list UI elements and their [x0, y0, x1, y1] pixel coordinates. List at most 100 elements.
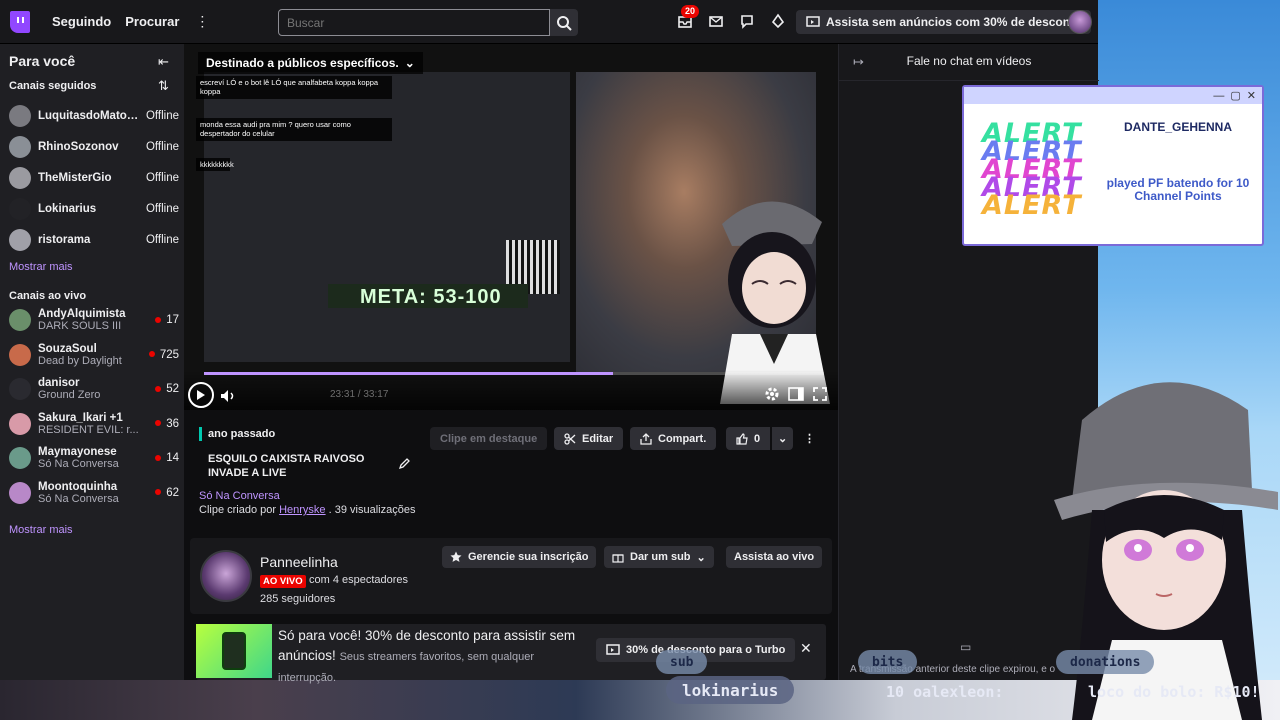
live-channel-item[interactable]: danisor Ground Zero 52 — [9, 375, 179, 403]
close-icon[interactable]: ✕ — [1247, 89, 1256, 102]
chat-bubble-icon — [741, 15, 753, 29]
edit-clip-button[interactable]: Editar — [554, 427, 624, 450]
viewer-count: 14 — [166, 452, 179, 464]
search-button[interactable] — [550, 9, 578, 36]
sort-icon[interactable]: ⇅ — [158, 78, 169, 94]
like-button[interactable]: 0 — [726, 427, 771, 450]
live-channel-item[interactable]: AndyAlquimista DARK SOULS III 17 — [9, 306, 179, 334]
settings-button[interactable] — [762, 384, 782, 404]
channel-status: Offline — [145, 110, 179, 122]
channel-avatar — [9, 229, 31, 251]
play-button[interactable] — [188, 382, 214, 408]
whispers-button[interactable] — [707, 12, 725, 30]
pencil-icon — [398, 458, 410, 470]
video-progress-bar[interactable] — [204, 372, 824, 375]
followed-channel-item[interactable]: Lokinarius Offline — [9, 195, 179, 223]
alert-message: played PF batendo for 10 Channel Points — [1106, 176, 1250, 203]
edit-title-button[interactable] — [398, 458, 410, 473]
ad-free-promo-button[interactable]: Assista sem anúncios com 30% de desconto — [796, 10, 1092, 34]
channel-name: LuquitasdoMatoY... — [38, 110, 142, 122]
followed-channel-item[interactable]: RhinoSozonov Offline — [9, 133, 179, 161]
like-dropdown-button[interactable]: ⌄ — [772, 427, 794, 450]
chevron-down-icon: ⌄ — [404, 56, 415, 70]
channel-avatar[interactable] — [200, 550, 252, 602]
followed-channel-item[interactable]: ristorama Offline — [9, 226, 179, 254]
viewer-count: 52 — [166, 383, 179, 395]
fullscreen-button[interactable] — [810, 384, 830, 404]
chat-overlay-line: escreví LÓ e o bot lê LÓ que analfabeta … — [196, 76, 392, 99]
maximize-icon[interactable]: ▢ — [1230, 89, 1240, 102]
featured-clip-label: Clipe em destaque — [440, 432, 538, 445]
minimize-icon[interactable]: — — [1213, 90, 1224, 102]
volume-button[interactable] — [218, 386, 238, 406]
channel-meta: ristorama — [38, 234, 142, 246]
channel-name: Sakura_Ikari +1 — [38, 411, 123, 424]
search-input[interactable] — [278, 9, 550, 36]
channel-name[interactable]: Panneelinha — [260, 554, 338, 570]
diamond-icon — [771, 13, 785, 29]
clip-views: . 39 visualizações — [325, 504, 416, 516]
theatre-mode-button[interactable] — [786, 384, 806, 404]
followed-channel-item[interactable]: LuquitasdoMatoY... Offline — [9, 102, 179, 130]
show-more-live[interactable]: Mostrar mais — [9, 524, 73, 536]
clip-creator-link[interactable]: Henryske — [279, 504, 325, 516]
nav-browse[interactable]: Procurar — [125, 14, 179, 29]
channel-status: Offline — [145, 141, 179, 153]
viewer-count: 36 — [166, 417, 179, 430]
channel-meta: RhinoSozonov — [38, 141, 142, 153]
live-indicator-icon — [155, 420, 162, 427]
share-button[interactable]: Compart. — [630, 427, 717, 450]
left-sidebar: Para você ⇤ Canais seguidos ⇅ Luquitasdo… — [0, 44, 184, 680]
live-channel-item[interactable]: SouzaSoul Dead by Daylight 725 — [9, 341, 179, 369]
nav-following[interactable]: Seguindo — [52, 14, 111, 29]
battery-icon — [222, 632, 246, 670]
channel-game: Ground Zero — [38, 389, 101, 401]
live-channel-item[interactable]: Maymayonese Só Na Conversa 14 — [9, 444, 179, 472]
share-icon — [640, 432, 652, 445]
chevron-down-icon: ⌄ — [696, 551, 706, 564]
turbo-discount-label: 30% de desconto para o Turbo — [626, 644, 786, 656]
notifications-button[interactable]: 20 — [676, 5, 700, 30]
video-player[interactable]: META: 53-100 Destinado a públicos especí… — [184, 44, 838, 410]
clip-category-link[interactable]: Só Na Conversa — [199, 490, 280, 502]
more-clip-options-button[interactable]: ⋮ — [800, 427, 819, 450]
viewer-count: 725 — [159, 348, 179, 361]
audience-restriction-banner[interactable]: Destinado a públicos específicos. ⌄ — [198, 52, 423, 74]
channel-name: AndyAlquimista — [38, 308, 126, 320]
channel-avatar — [9, 447, 31, 469]
user-avatar[interactable] — [1068, 10, 1092, 34]
video-meta-text: META: 53-100 — [360, 286, 502, 308]
close-icon[interactable]: ✕ — [800, 640, 812, 657]
collapse-sidebar-icon[interactable]: ⇤ — [158, 54, 169, 70]
more-options-icon[interactable]: ⋮ — [195, 13, 209, 30]
viewer-count: 62 — [166, 486, 179, 499]
manage-subscription-button[interactable]: Gerencie sua inscrição — [442, 546, 597, 568]
live-channel-item[interactable]: Sakura_Ikari +1 RESIDENT EVIL: r... 36 — [9, 410, 179, 438]
watch-live-button[interactable]: Assista ao vivo — [726, 546, 823, 568]
alert-word: ALERT — [982, 190, 1082, 221]
show-more-followed[interactable]: Mostrar mais — [9, 261, 73, 273]
tv-icon — [806, 16, 820, 27]
live-indicator-icon — [148, 351, 155, 358]
crown-button[interactable] — [769, 12, 787, 30]
channel-name: Maymayonese — [38, 446, 117, 458]
channel-avatar — [9, 105, 31, 127]
chat-bubble-button[interactable] — [738, 12, 756, 30]
overlay-donations-text: loco do bolo: R$10! — [1088, 683, 1260, 701]
channel-avatar — [9, 343, 31, 366]
restriction-label: Destinado a públicos específicos. — [206, 56, 399, 70]
featured-clip-button[interactable]: Clipe em destaque — [430, 427, 548, 450]
channel-card: Panneelinha AO VIVO com 4 espectadores 2… — [190, 538, 832, 614]
live-indicator-icon — [155, 454, 162, 461]
channel-status: Offline — [145, 203, 179, 215]
expand-chat-icon[interactable]: ↦ — [853, 54, 864, 70]
fullscreen-icon — [813, 387, 827, 401]
channel-meta: TheMisterGio — [38, 172, 142, 184]
followed-channel-item[interactable]: TheMisterGio Offline — [9, 164, 179, 192]
tv-icon — [606, 644, 620, 655]
twitch-logo-icon[interactable] — [10, 10, 30, 33]
play-icon — [197, 390, 205, 400]
search-icon — [557, 15, 572, 31]
live-channel-item[interactable]: Moontoquinha Só Na Conversa 62 — [9, 479, 179, 507]
gift-sub-button[interactable]: Dar um sub ⌄ — [604, 546, 714, 568]
